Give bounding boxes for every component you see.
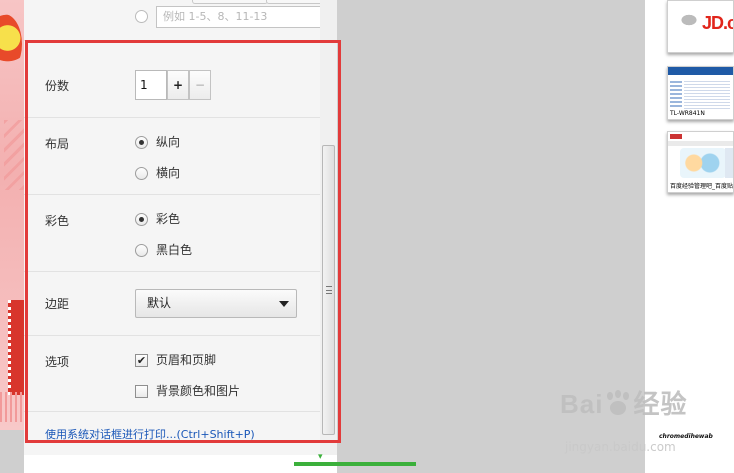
layout-landscape-label: 横向: [156, 166, 181, 180]
color-color-option[interactable]: 彩色: [135, 211, 180, 227]
margins-label: 边距: [45, 297, 70, 311]
scrollbar-thumb[interactable]: [322, 145, 335, 435]
checkbox-checked-icon[interactable]: ✔: [135, 354, 148, 367]
margins-value: 默认: [147, 296, 172, 310]
radio-icon[interactable]: [135, 167, 148, 180]
bird-logo-icon: [676, 11, 702, 29]
baidu-logo-icon: [670, 134, 682, 139]
layout-landscape-option[interactable]: 横向: [135, 165, 180, 181]
divider: [24, 411, 320, 412]
thumb-illustration: [680, 148, 726, 178]
decor-sun: [0, 14, 22, 74]
preview-thumbnail-jd[interactable]: JD.c: [667, 0, 734, 53]
thumb-table: [684, 79, 730, 109]
preview-thumbnail-baidu[interactable]: 百度经验管理吧_百度贴: [667, 131, 734, 193]
layout-section: 布局 纵向 横向: [24, 117, 320, 194]
color-label: 彩色: [45, 214, 70, 228]
color-bw-label: 黑白色: [156, 243, 193, 257]
thumb-bar: [668, 141, 733, 146]
radio-selected-icon[interactable]: [135, 213, 148, 226]
margins-section: 边距 默认: [24, 271, 320, 335]
baidu-watermark: Bai 经验: [560, 384, 687, 421]
dropdown-arrow-icon: [279, 301, 289, 307]
options-label: 选项: [45, 355, 70, 369]
grip-icon: [326, 286, 332, 294]
system-dialog-link[interactable]: 使用系统对话框进行打印...(Ctrl+Shift+P): [45, 426, 255, 442]
preview-thumbnail-router[interactable]: TL-WR841N: [667, 66, 734, 120]
marker-icon: ▾: [318, 452, 323, 462]
layout-portrait-label: 纵向: [156, 135, 181, 149]
option-background-graphics-label: 背景颜色和图片: [156, 384, 241, 398]
copies-decrement-button[interactable]: −: [189, 70, 211, 100]
color-section: 彩色 彩色 黑白色: [24, 194, 320, 271]
decor-pattern: [4, 120, 24, 190]
watermark-url: jingyan.baidu.com: [565, 440, 676, 454]
pages-custom-radio[interactable]: [135, 10, 148, 23]
jd-logo: JD.c: [702, 13, 734, 33]
background-page-strip: [0, 0, 24, 430]
checkbox-icon[interactable]: [135, 385, 148, 398]
pages-input[interactable]: 例如 1-5、8、11-13: [156, 6, 326, 28]
paw-icon: [605, 391, 631, 417]
print-button[interactable]: [192, 0, 268, 4]
thumb-caption: TL-WR841N: [670, 110, 705, 117]
layout-label: 布局: [45, 137, 70, 151]
color-bw-option[interactable]: 黑白色: [135, 242, 192, 258]
decor-film-strip: [8, 300, 24, 395]
layout-portrait-option[interactable]: 纵向: [135, 134, 180, 150]
print-settings-panel: 例如 1-5、8、11-13 份数 1 + − 布局 纵向 横向 彩色 彩色 黑…: [24, 0, 337, 455]
copies-increment-button[interactable]: +: [167, 70, 189, 100]
cancel-button[interactable]: [266, 0, 324, 4]
pages-row: 例如 1-5、8、11-13: [24, 0, 337, 38]
radio-icon[interactable]: [135, 244, 148, 257]
options-section: 选项 ✔ 页眉和页脚 背景颜色和图片: [24, 335, 320, 412]
option-background-graphics[interactable]: 背景颜色和图片: [135, 383, 240, 399]
decor-stripes: [0, 392, 24, 422]
option-headers-footers[interactable]: ✔ 页眉和页脚: [135, 352, 216, 368]
thumb-caption: 百度经验管理吧_百度贴: [670, 183, 734, 190]
radio-selected-icon[interactable]: [135, 136, 148, 149]
loading-indicator: [294, 462, 416, 466]
copies-section: 份数 1 + −: [24, 40, 320, 117]
thumb-sidebar: [725, 148, 733, 178]
watermark-main: Bai: [560, 389, 604, 419]
color-color-label: 彩色: [156, 212, 181, 226]
thumb-nav: [670, 79, 682, 109]
thumb-header: [668, 67, 733, 75]
panel-footer: [24, 455, 337, 473]
preview-footer-text: chromedihewab: [659, 433, 713, 440]
watermark-suffix: 经验: [633, 389, 688, 419]
scrollbar[interactable]: [320, 0, 337, 455]
option-headers-footers-label: 页眉和页脚: [156, 353, 217, 367]
margins-select[interactable]: 默认: [135, 289, 297, 318]
copies-input[interactable]: 1: [135, 70, 167, 100]
copies-label: 份数: [45, 79, 70, 93]
